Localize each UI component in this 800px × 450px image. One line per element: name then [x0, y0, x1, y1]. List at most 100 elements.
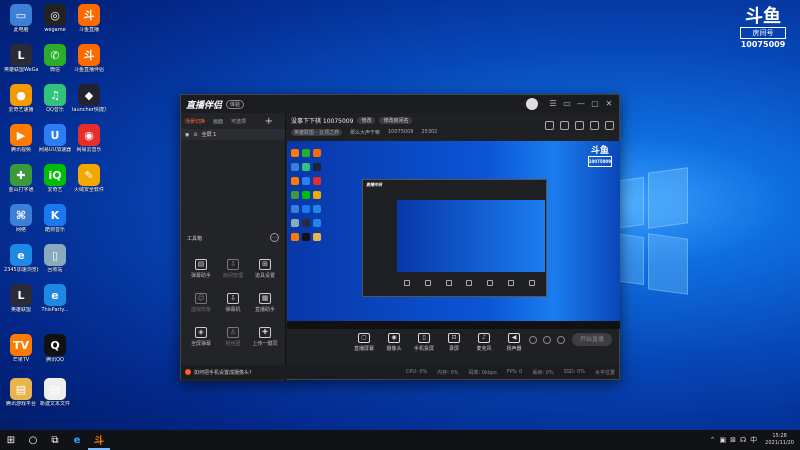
share-icon[interactable] [590, 121, 599, 130]
desktop-icon[interactable]: ◉ 网易云音乐 [72, 124, 106, 153]
clock-time: 15:28 [772, 433, 787, 439]
desktop-icon-label: QQ音乐 [46, 107, 64, 113]
tray-icon[interactable]: ⌃ [710, 436, 716, 444]
desktop-icon[interactable]: ⌘ 网络 [4, 204, 38, 233]
desktop-icon[interactable]: ✎ 火绒安全软件 [72, 164, 106, 193]
source-control[interactable]: ◉ 摄像头 [379, 333, 409, 352]
watermark-room-label: 房间号 [740, 27, 786, 39]
config-icon[interactable] [557, 336, 565, 344]
start-live-button[interactable]: 开始直播 [572, 333, 612, 346]
start-icon[interactable]: ⊞ [0, 430, 22, 450]
desktop-icon[interactable]: e ThisParty... [38, 284, 72, 313]
desktop-icon[interactable]: 斗斗鱼直播 [72, 4, 106, 33]
tool-item[interactable]: ▦ 直播助手 [249, 293, 281, 313]
source-control[interactable]: ◀ 扬声器 [499, 333, 529, 352]
beta-badge[interactable]: 体验 [226, 99, 245, 109]
desktop-icon-label: 斗鱼直播伴侣 [73, 67, 104, 73]
camera-tip-link[interactable]: 如何把手机设置成摄像头？ [185, 369, 254, 376]
gift-icon[interactable] [545, 121, 554, 130]
menu-icon[interactable]: ☰ [548, 99, 558, 109]
source-control[interactable]: ▯ 手机投屏 [409, 333, 439, 352]
task-view-icon[interactable]: ⧉ [44, 430, 66, 450]
tool-item[interactable]: ◈ 全屏弹幕 [185, 327, 217, 347]
desktop-icon[interactable]: ▤ 腾讯游戏平台 [4, 378, 38, 407]
tool-item[interactable]: ☺ 虚拟形象 [185, 293, 217, 313]
desktop-app-icon: e [44, 284, 66, 306]
desktop-icon[interactable]: ✆ 微信 [38, 44, 72, 73]
desktop-icon-label: 爱奇艺速播 [8, 107, 34, 113]
tool-item[interactable]: ▤ 弹幕助手 [185, 259, 217, 279]
desktop-app-icon: ▶ [10, 124, 32, 146]
user-avatar[interactable] [526, 98, 538, 110]
status-bar: 如何把手机设置成摄像头？ CPU: 0% 内存: 0% 码率: 0kbps FPS: … [181, 365, 619, 379]
room-category[interactable]: 英雄联盟 - 云顶之弈 [291, 129, 342, 136]
desktop-icon[interactable]: ♫ QQ音乐 [38, 84, 72, 113]
desktop-icon[interactable]: ● 爱奇艺速播 [4, 84, 38, 113]
desktop-icon[interactable]: TV 芒果TV [4, 334, 38, 363]
desktop-icon[interactable]: ✚ 金山打字通 [4, 164, 38, 193]
tool-label: 粉丝团 [225, 341, 241, 347]
desktop-icon-label: 火绒安全软件 [73, 187, 104, 193]
minimize-icon[interactable]: — [576, 99, 586, 109]
desktop-icon[interactable]: iQ 爱奇艺 [38, 164, 72, 193]
room-title: 没事下下棋 10075009 [291, 118, 354, 125]
eye-icon[interactable]: ◉ [185, 132, 189, 138]
desktop-icon[interactable]: e 2345加速浏览器 [4, 244, 38, 273]
tray-icon[interactable]: 中 [750, 435, 757, 445]
bag-icon[interactable] [575, 121, 584, 130]
search-icon[interactable]: ○ [22, 430, 44, 450]
tip-dot-icon [185, 369, 191, 375]
tool-item[interactable]: ✚ 上传一键同 [249, 327, 281, 347]
douyu-taskbar-icon[interactable]: 斗 [88, 430, 110, 450]
desktop-icon[interactable]: ▶ 腾讯视频 [4, 124, 38, 153]
status-stat: FPS: 0 [506, 368, 523, 375]
source-control[interactable]: ⊡ 录屏 [439, 333, 469, 352]
scene-item[interactable]: ◉ ⊙ 全屏 1 [181, 129, 285, 140]
desktop-icon[interactable]: ◎ wegame [38, 4, 72, 33]
tray-icon[interactable]: ☊ [740, 436, 746, 444]
edit-room-name-button[interactable]: 修改房间名 [379, 117, 413, 124]
desktop-icon[interactable]: ▯ 回收站 [38, 244, 72, 273]
tool-item[interactable]: ⇩ 房间管理 [217, 259, 249, 279]
desktop-icon[interactable]: 斗斗鱼直播伴侣 [72, 44, 106, 73]
record-icon[interactable] [529, 336, 537, 344]
tool-item[interactable]: ⇩ 弹幕机 [217, 293, 249, 313]
desktop-icon-label: 网络 [15, 227, 26, 233]
tab-sources[interactable]: 画面 [213, 118, 223, 125]
status-stat: 水平位置 [594, 369, 615, 376]
tab-options[interactable]: 可选项 [231, 118, 246, 125]
settings-icon[interactable] [560, 121, 569, 130]
clock[interactable]: 15:28 2021/11/20 [765, 433, 794, 447]
lock-icon[interactable]: ⊙ [193, 132, 197, 138]
source-control[interactable]: ♪ 麦克风 [469, 333, 499, 352]
skin-icon[interactable]: ▭ [562, 99, 572, 109]
desktop-icon[interactable]: U 网易UU加速器 [38, 124, 72, 153]
maximize-icon[interactable]: ▢ [590, 99, 600, 109]
desktop-app-icon: ⌘ [10, 204, 32, 226]
desktop-icon[interactable]: Q 腾讯QQ [38, 334, 72, 363]
edit-title-button[interactable]: 修改 [357, 117, 376, 124]
add-scene-icon[interactable]: + [265, 116, 273, 127]
desktop-icon[interactable]: L英雄联盟WeGame版 [4, 44, 38, 73]
tray-icon[interactable]: ⊠ [730, 436, 736, 444]
tool-item[interactable]: ⊞ 道具设置 [249, 259, 281, 279]
close-icon[interactable]: ✕ [604, 99, 614, 109]
desktop-icon[interactable]: ◆launcher快捷方式 [72, 84, 106, 113]
edge-icon[interactable]: e [66, 430, 88, 450]
desktop-icon[interactable]: ▤ 新建文本文件 [38, 378, 72, 407]
scene-item-label: 全屏 1 [201, 132, 217, 138]
stream-preview[interactable]: 直播伴侣 斗鱼 10075009 [287, 141, 620, 329]
desktop-icon[interactable]: K 酷狗音乐 [38, 204, 72, 233]
bell-icon[interactable] [605, 121, 614, 130]
desktop-app-icon: TV [10, 334, 32, 356]
desktop-icon[interactable]: L 英雄联盟 [4, 284, 38, 313]
tool-item[interactable]: ♙ 粉丝团 [217, 327, 249, 347]
app-title: 直播伴侣 [186, 100, 223, 111]
source-control[interactable]: ▢ 直播屏幕 [349, 333, 379, 352]
tab-scenes[interactable]: 场景切换 [185, 118, 205, 125]
toolbox-more-icon[interactable]: … [270, 233, 279, 242]
tray-icon[interactable]: ▣ [719, 436, 726, 444]
beauty-icon[interactable] [543, 336, 551, 344]
desktop-icon[interactable]: ▭ 此电脑 [4, 4, 38, 33]
douyu-watermark: 斗鱼 房间号 10075009 [740, 8, 786, 49]
